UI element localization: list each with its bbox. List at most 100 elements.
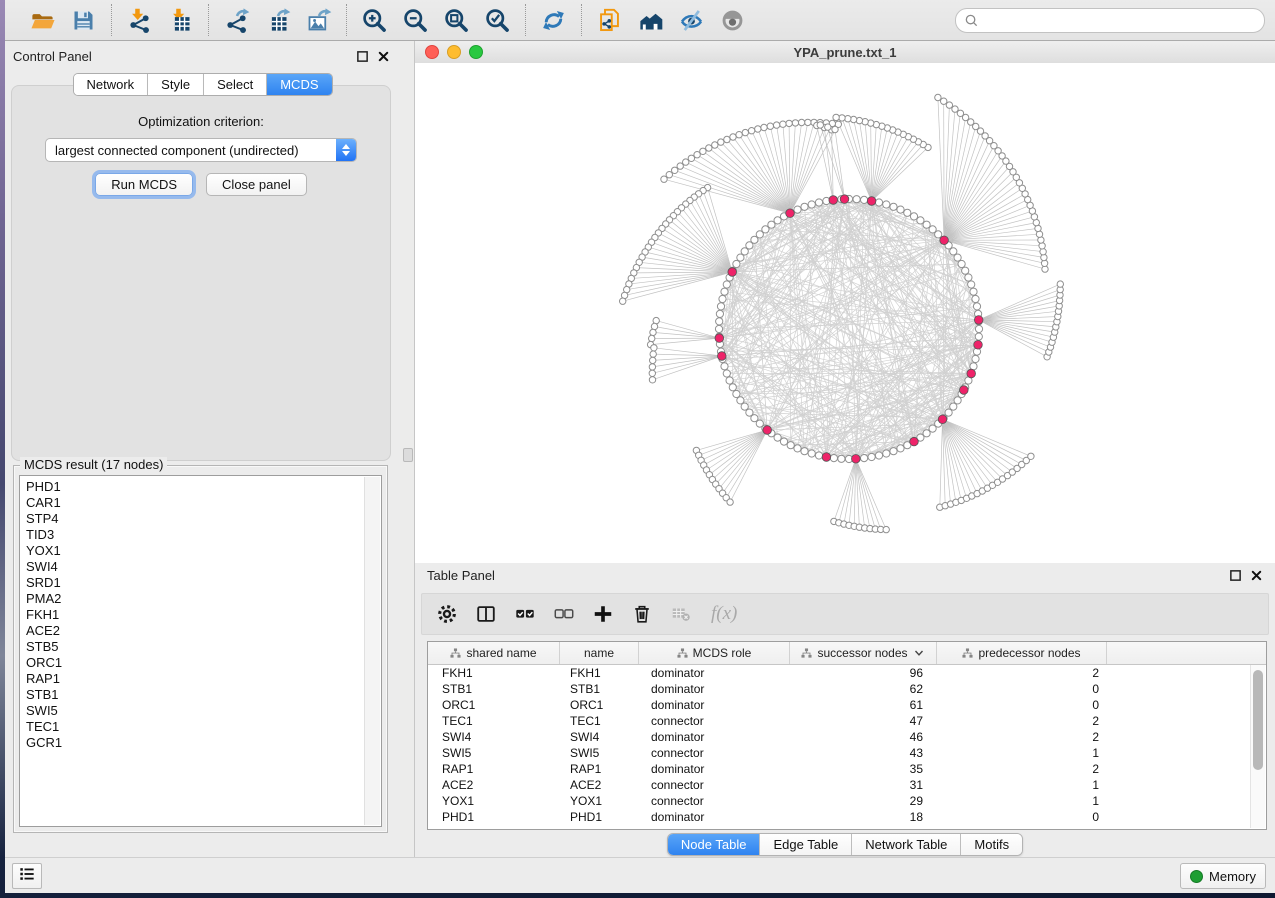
open-session-icon[interactable] bbox=[29, 7, 56, 34]
cell: FKH1 bbox=[560, 666, 639, 680]
zoom-in-icon[interactable] bbox=[361, 7, 388, 34]
cell: dominator bbox=[639, 762, 790, 776]
cell: 1 bbox=[937, 746, 1107, 760]
run-mcds-button[interactable]: Run MCDS bbox=[95, 173, 193, 196]
table-row[interactable]: FKH1FKH1dominator962 bbox=[428, 665, 1250, 681]
clone-network-icon[interactable] bbox=[596, 7, 623, 34]
export-table-icon[interactable] bbox=[264, 7, 291, 34]
table-scrollbar-thumb[interactable] bbox=[1253, 670, 1263, 770]
cell: RAP1 bbox=[428, 762, 560, 776]
export-network-icon[interactable] bbox=[223, 7, 250, 34]
result-node[interactable]: STP4 bbox=[26, 511, 361, 527]
memory-button[interactable]: Memory bbox=[1180, 863, 1266, 889]
table-row[interactable]: RAP1RAP1dominator352 bbox=[428, 761, 1250, 777]
table-row[interactable]: ORC1ORC1dominator610 bbox=[428, 697, 1250, 713]
first-neighbors-icon[interactable] bbox=[637, 7, 664, 34]
table-row[interactable]: STB1STB1dominator620 bbox=[428, 681, 1250, 697]
result-node[interactable]: ACE2 bbox=[26, 623, 361, 639]
search-box[interactable] bbox=[955, 8, 1265, 33]
cell: 1 bbox=[937, 778, 1107, 792]
network-canvas[interactable] bbox=[415, 63, 1275, 563]
float-table-panel-icon[interactable] bbox=[1229, 569, 1242, 582]
tab-style[interactable]: Style bbox=[147, 74, 203, 95]
cell: YOX1 bbox=[560, 794, 639, 808]
network-canvas-container[interactable] bbox=[415, 63, 1275, 563]
result-node[interactable]: SWI5 bbox=[26, 703, 361, 719]
table-row[interactable]: TEC1TEC1connector472 bbox=[428, 713, 1250, 729]
table-row[interactable]: PHD1PHD1dominator180 bbox=[428, 809, 1250, 825]
tab-network[interactable]: Network bbox=[73, 74, 147, 95]
result-list-scrollbar[interactable] bbox=[364, 477, 380, 825]
show-task-history-button[interactable] bbox=[12, 863, 42, 889]
tab-motifs[interactable]: Motifs bbox=[960, 834, 1022, 855]
zoom-selected-icon[interactable] bbox=[484, 7, 511, 34]
table-row[interactable]: SWI4SWI4dominator462 bbox=[428, 729, 1250, 745]
hide-graphics-details-icon[interactable] bbox=[678, 7, 705, 34]
deselect-all-icon[interactable] bbox=[553, 603, 575, 625]
close-table-panel-icon[interactable] bbox=[1250, 569, 1263, 582]
column-header-predecessor-nodes[interactable]: predecessor nodes bbox=[937, 642, 1107, 664]
cell: ACE2 bbox=[560, 778, 639, 792]
export-image-icon[interactable] bbox=[305, 7, 332, 34]
tab-select[interactable]: Select bbox=[203, 74, 266, 95]
result-node[interactable]: TEC1 bbox=[26, 719, 361, 735]
tab-node-table[interactable]: Node Table bbox=[668, 834, 760, 855]
result-node[interactable]: PHD1 bbox=[26, 479, 361, 495]
tab-network-table[interactable]: Network Table bbox=[851, 834, 960, 855]
tab-edge-table[interactable]: Edge Table bbox=[759, 834, 851, 855]
table-toolbar-icons bbox=[436, 603, 692, 625]
network-window-titlebar[interactable]: YPA_prune.txt_1 bbox=[415, 41, 1275, 64]
result-node[interactable]: STB5 bbox=[26, 639, 361, 655]
split-panel-icon[interactable] bbox=[475, 603, 497, 625]
result-node[interactable]: RAP1 bbox=[26, 671, 361, 687]
delete-columns-icon[interactable] bbox=[631, 603, 653, 625]
result-node[interactable]: FKH1 bbox=[26, 607, 361, 623]
import-table-icon[interactable] bbox=[167, 7, 194, 34]
column-header-successor-nodes[interactable]: successor nodes bbox=[790, 642, 937, 664]
search-input[interactable] bbox=[983, 12, 1256, 28]
table-scrollbar[interactable] bbox=[1250, 665, 1265, 828]
cell: 46 bbox=[790, 730, 937, 744]
settings-icon[interactable] bbox=[436, 603, 458, 625]
table-row[interactable]: ACE2ACE2connector311 bbox=[428, 777, 1250, 793]
close-panel-button[interactable]: Close panel bbox=[206, 173, 307, 196]
dropdown-stepper-icon bbox=[336, 139, 356, 161]
cell: PHD1 bbox=[560, 810, 639, 824]
zoom-fit-icon[interactable] bbox=[443, 7, 470, 34]
add-column-icon[interactable] bbox=[592, 603, 614, 625]
cell: 1 bbox=[937, 794, 1107, 808]
column-header-MCDS-role[interactable]: MCDS role bbox=[639, 642, 790, 664]
cell: 0 bbox=[937, 698, 1107, 712]
result-node[interactable]: ORC1 bbox=[26, 655, 361, 671]
result-node[interactable]: CAR1 bbox=[26, 495, 361, 511]
result-node[interactable]: STB1 bbox=[26, 687, 361, 703]
table-panel-title: Table Panel bbox=[427, 568, 495, 583]
result-node[interactable]: YOX1 bbox=[26, 543, 361, 559]
result-node[interactable]: GCR1 bbox=[26, 735, 361, 751]
import-network-icon[interactable] bbox=[126, 7, 153, 34]
search-icon bbox=[964, 13, 979, 28]
result-node[interactable]: SWI4 bbox=[26, 559, 361, 575]
vertical-splitter[interactable] bbox=[400, 41, 414, 858]
tab-mcds[interactable]: MCDS bbox=[266, 74, 331, 95]
column-header-name[interactable]: name bbox=[560, 642, 639, 664]
refresh-icon[interactable] bbox=[540, 7, 567, 34]
result-node[interactable]: PMA2 bbox=[26, 591, 361, 607]
optimization-criterion-select[interactable]: largest connected component (undirected) bbox=[45, 138, 357, 162]
float-panel-icon[interactable] bbox=[356, 50, 369, 63]
column-header-shared-name[interactable]: shared name bbox=[428, 642, 560, 664]
zoom-out-icon[interactable] bbox=[402, 7, 429, 34]
mcds-result-list[interactable]: PHD1CAR1STP4TID3YOX1SWI4SRD1PMA2FKH1ACE2… bbox=[19, 475, 382, 827]
result-node[interactable]: TID3 bbox=[26, 527, 361, 543]
column-type-icon bbox=[801, 648, 812, 659]
result-node[interactable]: SRD1 bbox=[26, 575, 361, 591]
cell: 2 bbox=[937, 714, 1107, 728]
splitter-grip[interactable] bbox=[403, 448, 413, 462]
show-graphics-details-icon[interactable] bbox=[719, 7, 746, 34]
table-row[interactable]: SWI5SWI5connector431 bbox=[428, 745, 1250, 761]
close-panel-icon[interactable] bbox=[377, 50, 390, 63]
mcds-tab-content: Optimization criterion: largest connecte… bbox=[11, 85, 391, 461]
table-row[interactable]: YOX1YOX1connector291 bbox=[428, 793, 1250, 809]
save-session-icon[interactable] bbox=[70, 7, 97, 34]
select-all-icon[interactable] bbox=[514, 603, 536, 625]
